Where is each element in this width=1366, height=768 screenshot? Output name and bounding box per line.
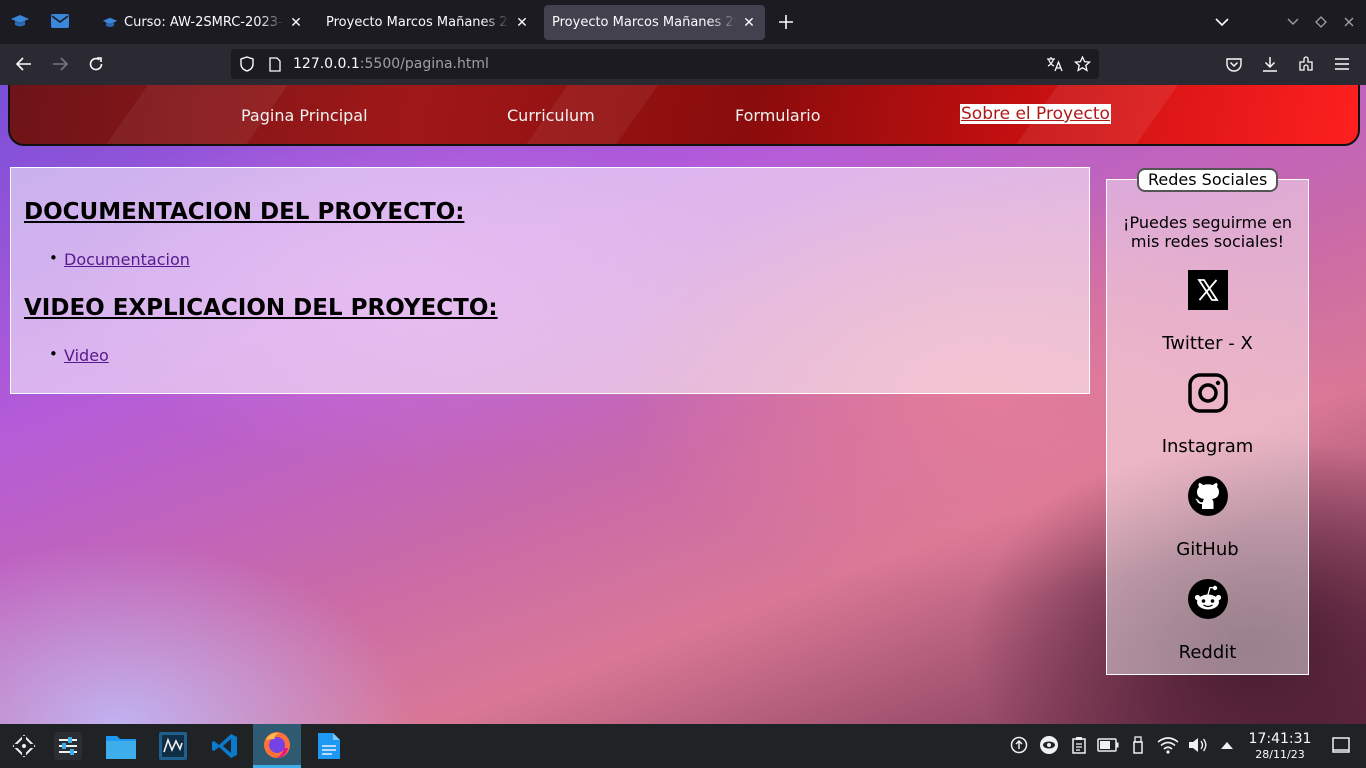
link-video[interactable]: Video: [64, 346, 109, 365]
social-label-instagram[interactable]: Instagram: [1107, 436, 1308, 457]
chevron-down-icon: [1287, 18, 1299, 25]
bookmark-star-icon[interactable]: [1073, 55, 1091, 73]
graduation-cap-icon: [102, 15, 118, 31]
link-documentacion[interactable]: Documentacion: [64, 250, 190, 269]
tab-proyecto-active[interactable]: Proyecto Marcos Mañanes 2ºSMR ✕: [544, 5, 765, 40]
vscode-icon: [212, 734, 237, 758]
taskbar-clock[interactable]: 17:41:31 28/11/23: [1240, 731, 1320, 761]
launcher-icon: [12, 734, 36, 758]
menu-icon[interactable]: [1332, 54, 1352, 74]
clipboard-icon[interactable]: [1068, 734, 1090, 756]
taskbar-firefox[interactable]: [253, 724, 301, 768]
extensions-icon[interactable]: [1296, 54, 1316, 74]
shield-icon[interactable]: [239, 56, 255, 72]
arrow-right-icon: [53, 57, 68, 71]
folder-icon: [106, 736, 136, 759]
social-networks-panel: Redes Sociales ¡Puedes seguirme en mis r…: [1106, 168, 1309, 675]
social-legend: Redes Sociales: [1137, 168, 1279, 192]
taskbar-vscode[interactable]: [201, 724, 249, 768]
taskbar-documents[interactable]: [305, 724, 353, 768]
page-icon[interactable]: [267, 56, 283, 72]
nav-link-formulario[interactable]: Formulario: [735, 106, 821, 125]
tray-expand-icon[interactable]: [1216, 734, 1238, 756]
project-content-box: DOCUMENTACION DEL PROYECTO: • Documentac…: [10, 167, 1090, 394]
url-text[interactable]: 127.0.0.1:5500/pagina.html: [293, 56, 489, 72]
taskbar-memory-tool[interactable]: [149, 724, 197, 768]
social-intro-text: ¡Puedes seguirme en mis redes sociales!: [1123, 213, 1292, 251]
new-tab-button[interactable]: [776, 12, 796, 32]
social-label-reddit[interactable]: Reddit: [1107, 642, 1308, 663]
show-desktop-icon[interactable]: [1330, 734, 1352, 756]
battery-icon[interactable]: [1097, 734, 1119, 756]
clock-date: 28/11/23: [1255, 748, 1305, 761]
bullet-icon: •: [49, 249, 58, 267]
nav-link-pagina-principal[interactable]: Pagina Principal: [241, 106, 368, 125]
memory-chart-icon: [159, 732, 187, 760]
pinned-tab-moodle[interactable]: [10, 11, 30, 31]
tab-curso[interactable]: Curso: AW-2SMRC-2023-2024 ✕: [94, 5, 312, 40]
url-bar[interactable]: 127.0.0.1:5500/pagina.html: [231, 49, 1099, 79]
back-button[interactable]: [12, 54, 36, 74]
maximize-button[interactable]: [1312, 12, 1330, 32]
social-label-github[interactable]: GitHub: [1107, 539, 1308, 560]
taskbar-file-manager[interactable]: [97, 724, 145, 768]
tab-title: Curso: AW-2SMRC-2023-2024: [124, 15, 284, 30]
minimize-button[interactable]: [1284, 12, 1302, 32]
section-heading-video: VIDEO EXPLICACION DEL PROYECTO:: [24, 295, 498, 321]
forward-button[interactable]: [48, 54, 72, 74]
usb-device-icon[interactable]: [1127, 734, 1149, 756]
tab-proyecto-1[interactable]: Proyecto Marcos Mañanes 2ºSMR ✕: [318, 5, 538, 40]
chevron-down-icon: [1215, 17, 1229, 26]
mail-icon: [51, 14, 69, 28]
settings-sliders-icon: [54, 732, 82, 760]
url-path: :5500/pagina.html: [359, 56, 489, 72]
tab-title: Proyecto Marcos Mañanes 2ºSMR: [552, 15, 737, 30]
tab-close-icon[interactable]: ✕: [514, 15, 530, 31]
nav-link-sobre-el-proyecto[interactable]: Sobre el Proyecto: [960, 104, 1111, 124]
clock-time: 17:41:31: [1248, 731, 1312, 747]
wifi-icon[interactable]: [1157, 734, 1179, 756]
section-heading-documentacion: DOCUMENTACION DEL PROYECTO:: [24, 199, 465, 225]
graduation-cap-icon: [11, 15, 29, 27]
taskbar: 17:41:31 28/11/23: [0, 724, 1366, 768]
navigation-toolbar: 127.0.0.1:5500/pagina.html: [0, 44, 1366, 85]
tab-title: Proyecto Marcos Mañanes 2ºSMR: [326, 15, 510, 30]
update-icon[interactable]: [1008, 734, 1030, 756]
plus-icon: [779, 15, 793, 29]
tab-bar: Curso: AW-2SMRC-2023-2024 ✕ Proyecto Mar…: [0, 0, 1366, 44]
social-label-twitter[interactable]: Twitter - X: [1107, 333, 1308, 354]
site-header: Pagina Principal Curriculum Formulario S…: [8, 85, 1360, 146]
url-host: 127.0.0.1: [293, 56, 360, 72]
nav-link-curriculum[interactable]: Curriculum: [507, 106, 595, 125]
pocket-icon[interactable]: [1224, 54, 1244, 74]
github-icon[interactable]: [1187, 475, 1228, 516]
translate-icon[interactable]: [1045, 55, 1063, 73]
reload-icon: [89, 57, 103, 71]
page-viewport: Pagina Principal Curriculum Formulario S…: [0, 85, 1366, 724]
bullet-icon: •: [49, 345, 58, 363]
diamond-icon: [1315, 16, 1327, 28]
taskbar-settings[interactable]: [44, 724, 92, 768]
document-icon: [318, 733, 340, 759]
eye-icon[interactable]: [1038, 734, 1060, 756]
app-launcher-button[interactable]: [0, 724, 48, 768]
tab-close-icon[interactable]: ✕: [741, 15, 757, 31]
instagram-icon[interactable]: [1187, 372, 1228, 413]
arrow-left-icon: [16, 57, 31, 71]
reddit-icon[interactable]: [1187, 578, 1228, 619]
x-icon[interactable]: [1187, 269, 1228, 310]
firefox-icon: [264, 731, 290, 758]
downloads-icon[interactable]: [1260, 54, 1280, 74]
list-tabs-button[interactable]: [1212, 12, 1232, 32]
tab-close-icon[interactable]: ✕: [288, 15, 304, 31]
pinned-tab-mail[interactable]: [50, 11, 70, 31]
close-window-button[interactable]: [1340, 12, 1358, 32]
volume-icon[interactable]: [1187, 734, 1209, 756]
reload-button[interactable]: [84, 54, 108, 74]
close-icon: [1344, 17, 1354, 27]
